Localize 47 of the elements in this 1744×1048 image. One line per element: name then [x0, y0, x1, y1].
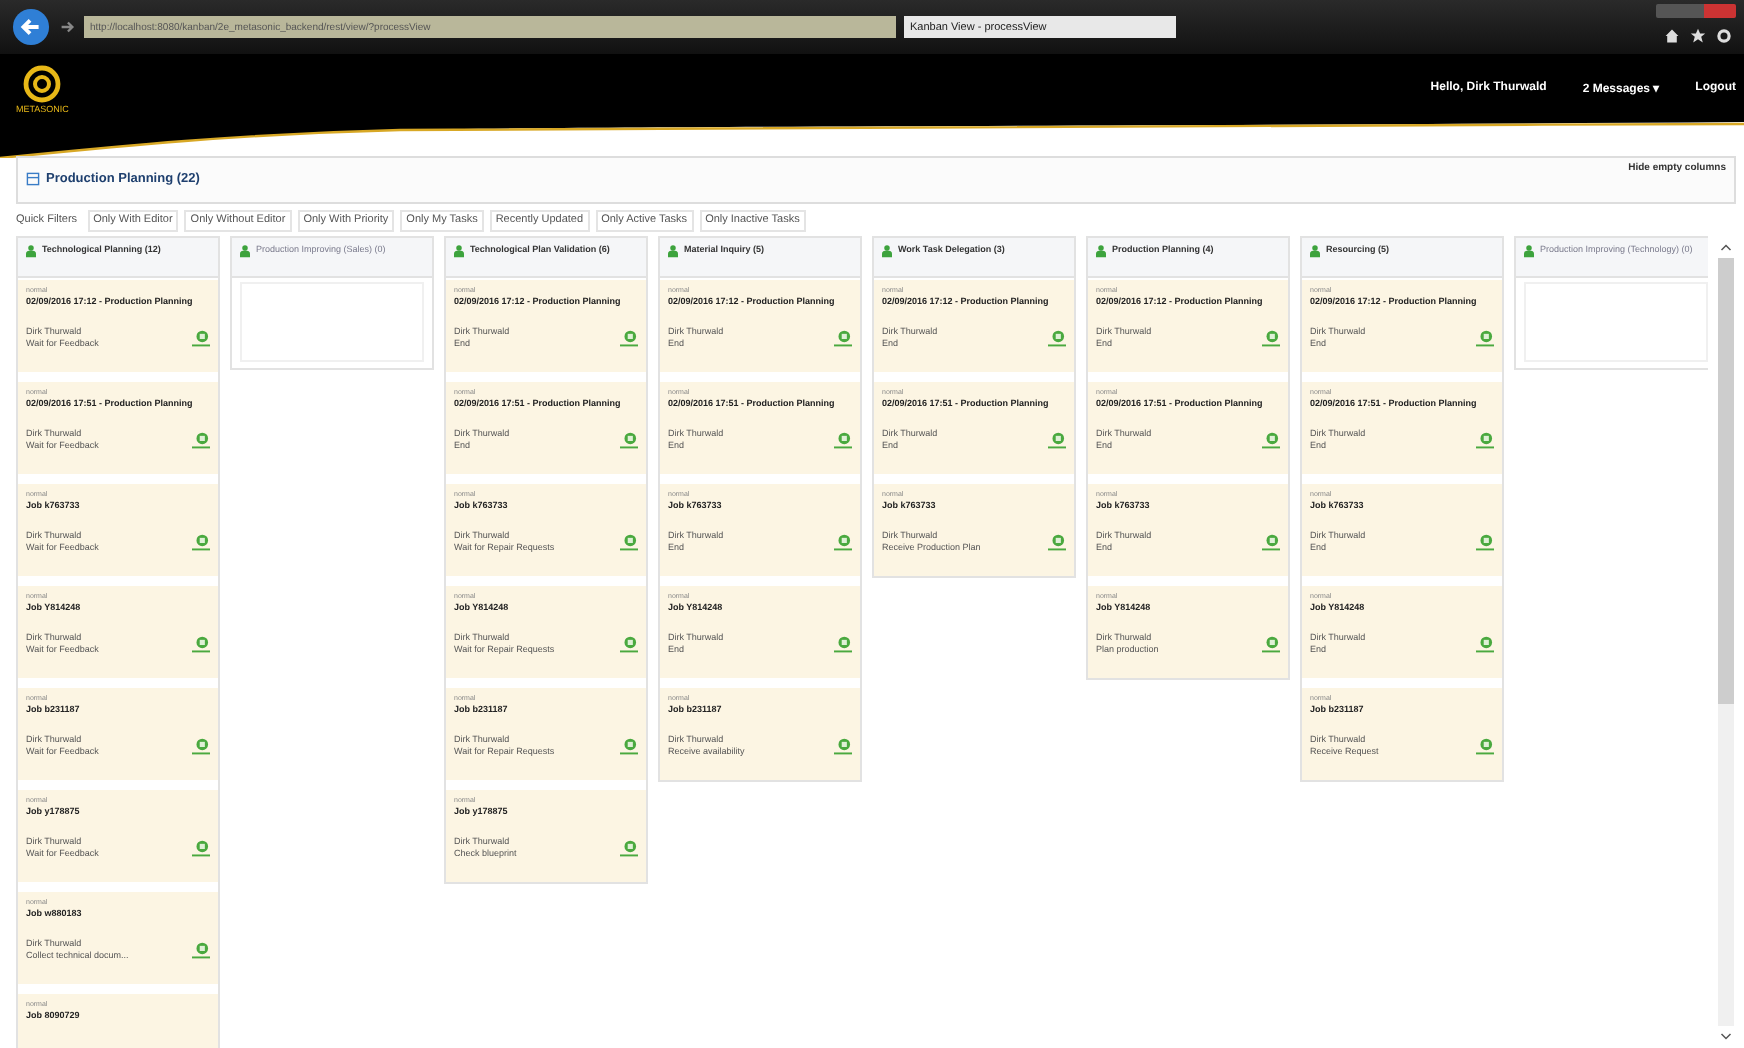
forward-icon[interactable] — [58, 18, 76, 36]
logo-icon — [22, 63, 63, 103]
status-icon — [834, 635, 852, 653]
status-icon — [834, 737, 852, 755]
status-icon — [834, 431, 852, 449]
back-icon[interactable] — [12, 8, 50, 46]
status-icon — [620, 737, 638, 755]
status-icon — [1048, 533, 1066, 551]
person-icon — [668, 244, 678, 258]
board-icon — [26, 172, 40, 186]
status-icon — [620, 329, 638, 347]
status-icon — [834, 329, 852, 347]
status-icon — [1048, 329, 1066, 347]
person-icon — [1524, 244, 1534, 258]
status-icon — [620, 839, 638, 857]
status-icon — [1262, 431, 1280, 449]
person-icon — [26, 244, 36, 258]
status-icon — [1476, 635, 1494, 653]
star-icon[interactable] — [1690, 27, 1706, 43]
person-icon — [1310, 244, 1320, 258]
person-icon — [240, 244, 250, 258]
scroll-up-icon[interactable] — [1720, 242, 1732, 252]
status-icon — [1048, 431, 1066, 449]
status-icon — [1262, 533, 1280, 551]
home-icon[interactable] — [1664, 27, 1680, 43]
status-icon — [620, 635, 638, 653]
status-icon — [192, 431, 210, 449]
status-icon — [1262, 635, 1280, 653]
status-icon — [1476, 329, 1494, 347]
status-icon — [620, 533, 638, 551]
person-icon — [1096, 244, 1106, 258]
scroll-down-icon[interactable] — [1720, 1032, 1732, 1042]
status-icon — [192, 737, 210, 755]
status-icon — [192, 839, 210, 857]
status-icon — [192, 329, 210, 347]
status-icon — [1476, 533, 1494, 551]
person-icon — [454, 244, 464, 258]
status-icon — [834, 533, 852, 551]
settings-icon[interactable] — [1716, 27, 1732, 43]
status-icon — [620, 431, 638, 449]
status-icon — [1262, 329, 1280, 347]
status-icon — [1476, 737, 1494, 755]
person-icon — [882, 244, 892, 258]
status-icon — [192, 533, 210, 551]
status-icon — [192, 635, 210, 653]
status-icon — [1476, 431, 1494, 449]
status-icon — [192, 941, 210, 959]
